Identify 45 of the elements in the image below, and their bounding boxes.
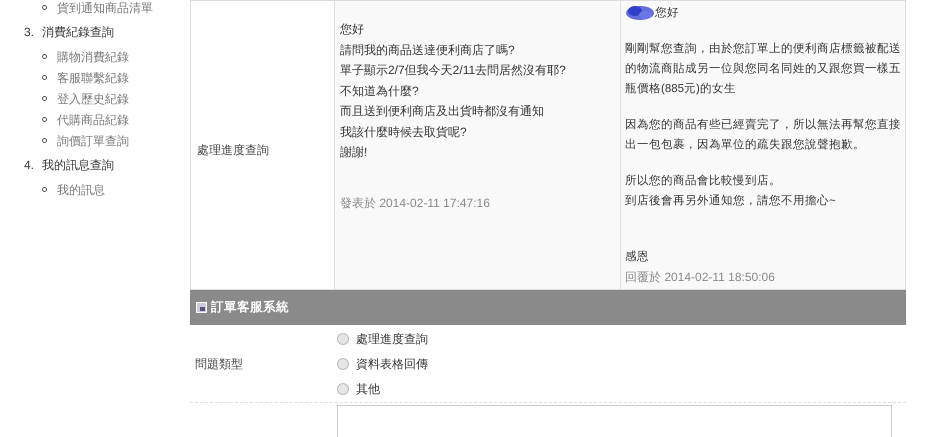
section-heading: 我的訊息查詢: [42, 157, 114, 174]
bullet-icon: [42, 96, 47, 101]
chart-icon: [196, 302, 207, 313]
bullet-icon: [42, 187, 47, 192]
reply-time: 回覆於 2014-02-11 18:50:06: [625, 269, 776, 286]
greeting: 您好: [655, 6, 679, 21]
message-line: 謝謝!: [340, 144, 368, 161]
reply-paragraph: 因為您的商品有些已經賣完了，所以無法再幫您直接出一包包裹，因為單位的疏失跟您說聲抱歉。: [625, 117, 902, 153]
sidebar-link[interactable]: 客服聯繫紀錄: [57, 68, 129, 86]
message-line: 我該什麼時候去取貨呢?: [340, 124, 468, 140]
sidebar-link[interactable]: 貨到通知商品清單: [57, 0, 153, 16]
sidebar-link[interactable]: 詢價訂單查詢: [57, 132, 129, 150]
list-number: 4.: [24, 157, 34, 174]
bullet-icon: [42, 117, 47, 122]
radio-button[interactable]: [337, 382, 349, 394]
message-line: 請問我的商品送達便利商店了嗎?: [340, 42, 516, 58]
bullet-icon: [42, 54, 47, 59]
redaction-mark: [625, 4, 655, 22]
radio-option[interactable]: 處理進度查詢: [337, 326, 428, 351]
field-label: 問題類型: [195, 356, 243, 372]
bullet-icon: [42, 5, 47, 10]
radio-option[interactable]: 資料表格回傳: [337, 351, 428, 376]
post-time: 發表於 2014-02-11 17:47:16: [340, 194, 491, 212]
section-heading: 消費紀錄查詢: [42, 24, 114, 41]
bullet-icon: [42, 138, 47, 143]
list-number: 3.: [24, 24, 34, 41]
sidebar-link[interactable]: 我的訊息: [57, 180, 105, 198]
sidebar-link[interactable]: 購物消費紀錄: [57, 48, 129, 66]
sidebar-link[interactable]: 登入歷史紀錄: [57, 90, 129, 108]
row-label: 處理進度查詢: [197, 142, 269, 159]
text-area[interactable]: [337, 405, 892, 437]
sidebar-link[interactable]: 代購商品紀錄: [57, 110, 129, 128]
radio-button[interactable]: [337, 358, 349, 370]
message-line: 而且送到便利商店及出貨時都沒有通知: [340, 103, 545, 120]
reply-paragraph: 到店後會再另外通知您，請您不用擔心~: [625, 193, 837, 209]
reply-paragraph: 剛剛幫您查詢，由於您訂單上的便利商店標籤被配送的物流商貼成另一位與您同名同姓的又跟您買一樣五瓶價格(885元)的女生: [625, 41, 902, 97]
message-line: 您好: [340, 21, 365, 38]
bullet-icon: [42, 75, 47, 80]
radio-option[interactable]: 其他: [337, 376, 428, 401]
reply-paragraph: 所以您的商品會比較慢到店。: [625, 173, 782, 189]
section-title: 訂單客服系統: [211, 299, 289, 316]
signature: 感恩: [625, 250, 650, 265]
radio-button[interactable]: [337, 332, 349, 344]
message-line: 單子顯示2/7但我今天2/11去問居然沒有耶?: [340, 62, 567, 79]
message-line: 不知道為什麼?: [340, 82, 420, 100]
